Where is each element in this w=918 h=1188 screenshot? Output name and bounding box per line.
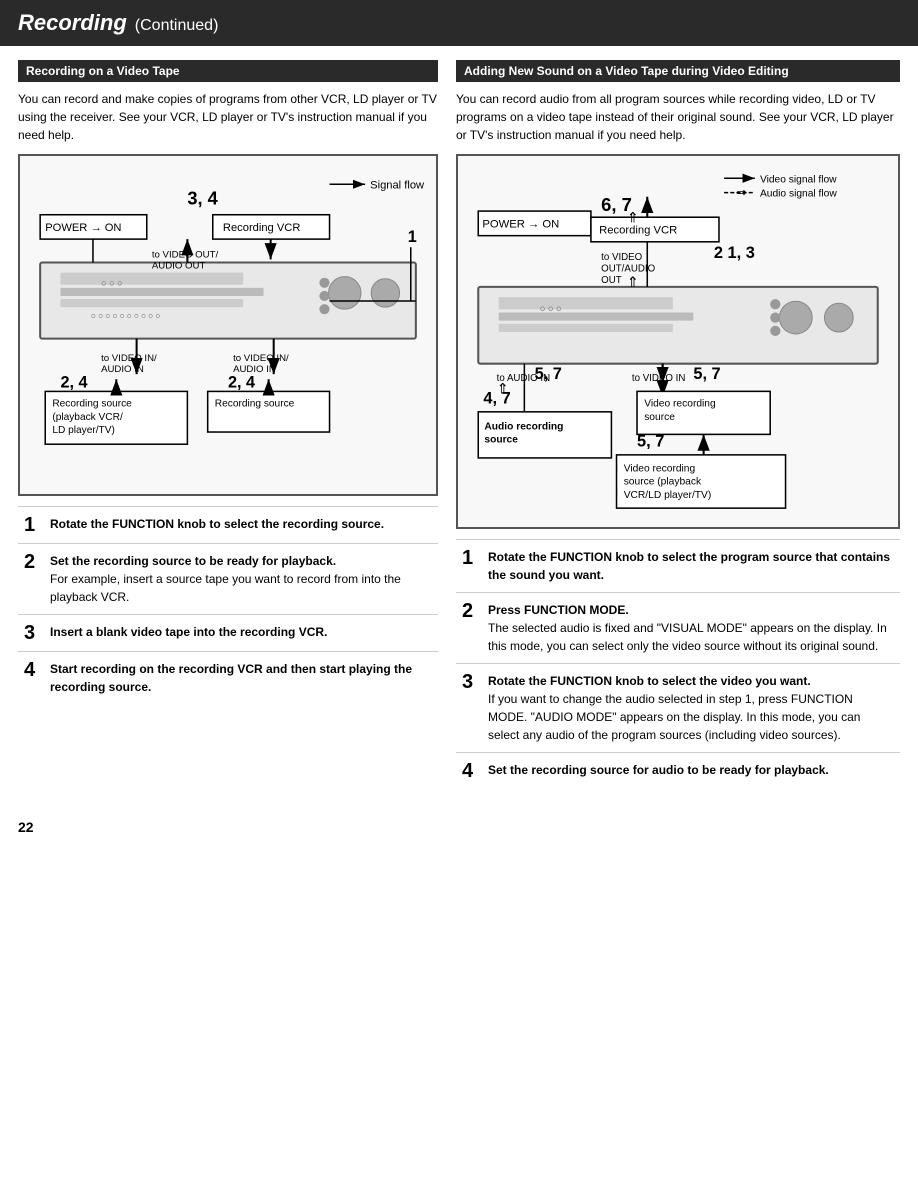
right-step-number-4: 4 — [462, 761, 480, 781]
svg-text:Signal flow: Signal flow — [370, 179, 425, 191]
step-bold-4: Start recording on the recording VCR and… — [50, 662, 412, 694]
svg-text:source (playback: source (playback — [624, 477, 702, 488]
left-step-1: 1 Rotate the FUNCTION knob to select the… — [18, 506, 438, 543]
page-title-normal: (Continued) — [135, 17, 219, 35]
step-content-2: Set the recording source to be ready for… — [50, 552, 432, 606]
svg-text:Audio recording: Audio recording — [484, 421, 563, 432]
right-step-bold-3: Rotate the FUNCTION knob to select the v… — [488, 674, 811, 688]
step-number-1: 1 — [24, 515, 42, 535]
svg-text:⇑: ⇑ — [627, 275, 639, 291]
svg-text:5, 7: 5, 7 — [637, 433, 664, 451]
svg-text:2, 4: 2, 4 — [228, 373, 255, 391]
svg-text:to VIDEO IN: to VIDEO IN — [632, 373, 685, 384]
left-diagram-svg: Signal flow 3, 4 POWER → ON Recording VC… — [30, 166, 426, 481]
svg-text:POWER → ON: POWER → ON — [45, 222, 121, 234]
step-number-3: 3 — [24, 623, 42, 643]
left-section-heading: Recording on a Video Tape — [18, 60, 438, 82]
right-step-1: 1 Rotate the FUNCTION knob to select the… — [456, 539, 900, 592]
svg-text:○ ○ ○: ○ ○ ○ — [101, 278, 123, 288]
right-diagram: Video signal flow ⇒ Audio signal flow PO… — [456, 154, 900, 529]
step-bold-2: Set the recording source to be ready for… — [50, 554, 336, 568]
svg-text:4, 7: 4, 7 — [483, 390, 510, 408]
right-step-detail-2: The selected audio is fixed and "VISUAL … — [488, 621, 887, 653]
left-diagram: Signal flow 3, 4 POWER → ON Recording VC… — [18, 154, 438, 496]
svg-text:○ ○ ○: ○ ○ ○ — [540, 303, 562, 313]
svg-text:Video recording: Video recording — [624, 463, 696, 474]
svg-text:(playback VCR/: (playback VCR/ — [52, 412, 123, 423]
svg-text:5, 7: 5, 7 — [693, 365, 720, 383]
svg-text:to VIDEO: to VIDEO — [601, 252, 642, 263]
right-step-number-1: 1 — [462, 548, 480, 568]
svg-text:5, 7: 5, 7 — [535, 365, 562, 383]
right-step-content-3: Rotate the FUNCTION knob to select the v… — [488, 672, 894, 744]
left-step-3: 3 Insert a blank video tape into the rec… — [18, 614, 438, 651]
svg-text:⇒: ⇒ — [736, 186, 746, 200]
right-step-bold-2: Press FUNCTION MODE. — [488, 603, 629, 617]
left-steps-list: 1 Rotate the FUNCTION knob to select the… — [18, 506, 438, 704]
right-step-2: 2 Press FUNCTION MODE. The selected audi… — [456, 592, 900, 663]
svg-text:⇑: ⇑ — [627, 210, 639, 226]
right-step-bold-4: Set the recording source for audio to be… — [488, 763, 829, 777]
right-step-content-1: Rotate the FUNCTION knob to select the p… — [488, 548, 894, 584]
right-column: Adding New Sound on a Video Tape during … — [456, 60, 900, 789]
step-detail-2: For example, insert a source tape you wa… — [50, 572, 401, 604]
svg-text:AUDIO OUT: AUDIO OUT — [152, 261, 206, 272]
left-column: Recording on a Video Tape You can record… — [18, 60, 438, 789]
svg-text:to VIDEO OUT/: to VIDEO OUT/ — [152, 249, 219, 260]
right-step-number-2: 2 — [462, 601, 480, 621]
right-step-detail-3: If you want to change the audio selected… — [488, 692, 860, 742]
svg-text:OUT: OUT — [601, 275, 622, 286]
right-diagram-svg: Video signal flow ⇒ Audio signal flow PO… — [468, 166, 888, 514]
step-content-4: Start recording on the recording VCR and… — [50, 660, 432, 696]
svg-text:2 1, 3: 2 1, 3 — [714, 244, 755, 262]
svg-text:source: source — [484, 435, 518, 446]
svg-text:to VIDEO IN/: to VIDEO IN/ — [101, 353, 157, 364]
right-section-heading: Adding New Sound on a Video Tape during … — [456, 60, 900, 82]
page-number: 22 — [0, 803, 918, 843]
page-header: Recording (Continued) — [0, 0, 918, 46]
right-step-bold-1: Rotate the FUNCTION knob to select the p… — [488, 550, 890, 582]
svg-text:Recording VCR: Recording VCR — [599, 225, 677, 237]
right-section-intro: You can record audio from all program so… — [456, 90, 900, 144]
svg-text:2, 4: 2, 4 — [60, 373, 87, 391]
step-content-1: Rotate the FUNCTION knob to select the r… — [50, 515, 384, 533]
left-step-4: 4 Start recording on the recording VCR a… — [18, 651, 438, 704]
svg-text:Video signal flow: Video signal flow — [760, 174, 837, 185]
step-number-4: 4 — [24, 660, 42, 680]
step-content-3: Insert a blank video tape into the recor… — [50, 623, 327, 641]
left-step-2: 2 Set the recording source to be ready f… — [18, 543, 438, 614]
step-bold-3: Insert a blank video tape into the recor… — [50, 625, 327, 639]
step-bold-1: Rotate the FUNCTION knob to select the r… — [50, 517, 384, 531]
svg-text:1: 1 — [408, 228, 417, 246]
svg-text:Audio signal flow: Audio signal flow — [760, 189, 837, 200]
right-step-content-2: Press FUNCTION MODE. The selected audio … — [488, 601, 894, 655]
right-steps-list: 1 Rotate the FUNCTION knob to select the… — [456, 539, 900, 789]
svg-text:source: source — [644, 412, 675, 423]
svg-text:Video recording: Video recording — [644, 399, 716, 410]
svg-text:Recording source: Recording source — [52, 399, 132, 410]
svg-text:Recording VCR: Recording VCR — [223, 222, 301, 234]
step-number-2: 2 — [24, 552, 42, 572]
svg-text:○ ○ ○ ○ ○ ○ ○ ○ ○ ○: ○ ○ ○ ○ ○ ○ ○ ○ ○ ○ — [91, 311, 160, 320]
page-title-bold: Recording — [18, 10, 127, 36]
svg-text:LD player/TV): LD player/TV) — [52, 425, 115, 436]
right-step-4: 4 Set the recording source for audio to … — [456, 752, 900, 789]
svg-text:VCR/LD player/TV): VCR/LD player/TV) — [624, 490, 712, 501]
right-step-3: 3 Rotate the FUNCTION knob to select the… — [456, 663, 900, 752]
svg-text:3, 4: 3, 4 — [187, 188, 218, 209]
svg-text:to VIDEO IN/: to VIDEO IN/ — [233, 353, 289, 364]
svg-text:Recording source: Recording source — [215, 399, 295, 410]
right-step-content-4: Set the recording source for audio to be… — [488, 761, 829, 779]
svg-text:POWER → ON: POWER → ON — [482, 218, 559, 230]
left-section-intro: You can record and make copies of progra… — [18, 90, 438, 144]
right-step-number-3: 3 — [462, 672, 480, 692]
